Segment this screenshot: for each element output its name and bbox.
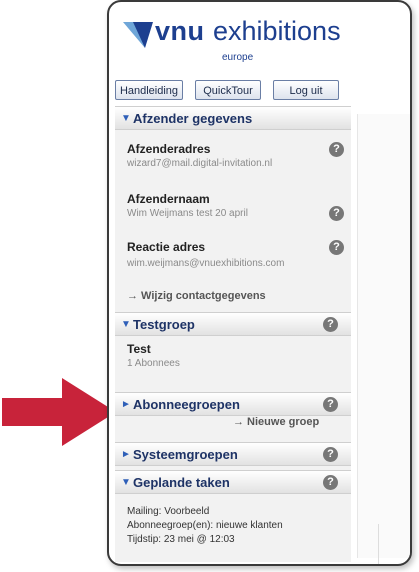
task-time: Tijdstip: 23 mei @ 12:03 <box>127 534 235 545</box>
reply-address-label: Reactie adres <box>127 240 206 254</box>
task-groups: Abonneegroep(en): nieuwe klanten <box>127 520 283 531</box>
sender-name-value: Wim Weijmans test 20 april <box>127 208 248 219</box>
help-icon[interactable]: ? <box>323 447 338 462</box>
help-icon[interactable]: ? <box>323 317 338 332</box>
app-window: vnu exhibitions europe Handleiding Quick… <box>107 0 412 566</box>
section-scheduled-tasks-header[interactable]: ▼ Geplande taken ? <box>115 470 351 494</box>
section-title: Abonneegroepen <box>133 397 240 412</box>
sender-address-value: wizard7@mail.digital-invitation.nl <box>127 158 273 169</box>
section-title: Systeemgroepen <box>133 447 238 462</box>
logo-region: europe <box>222 52 254 63</box>
expand-down-icon: ▼ <box>121 113 131 124</box>
help-icon[interactable]: ? <box>323 475 338 490</box>
edit-contact-link[interactable]: → Wijzig contactgegevens <box>127 290 266 302</box>
section-title: Testgroep <box>133 317 195 332</box>
expand-right-icon: ► <box>121 449 131 460</box>
expand-down-icon: ▼ <box>121 477 131 488</box>
content-panel <box>357 114 410 564</box>
sidebar: ▼ Afzender gegevens Afzenderadres ? wiza… <box>115 106 351 562</box>
section-subscriber-groups-header[interactable]: ► Abonneegroepen ? <box>115 392 351 416</box>
logo: vnu exhibitions europe <box>119 12 409 68</box>
task-mailing[interactable]: Mailing: Voorbeeld <box>127 506 209 517</box>
section-sender-header[interactable]: ▼ Afzender gegevens <box>115 106 351 130</box>
content-divider <box>378 524 379 564</box>
section-title: Afzender gegevens <box>133 111 253 126</box>
expand-right-icon: ► <box>121 399 131 410</box>
sender-address-label: Afzenderadres <box>127 142 211 156</box>
help-icon[interactable]: ? <box>329 206 344 221</box>
help-icon[interactable]: ? <box>323 397 338 412</box>
help-icon[interactable]: ? <box>329 142 344 157</box>
logo-brand: vnu <box>155 16 205 46</box>
manual-button[interactable]: Handleiding <box>115 80 183 100</box>
testgroup-item-count: 1 Abonnees <box>127 358 180 369</box>
logout-button[interactable]: Log uit <box>273 80 339 100</box>
quicktour-button[interactable]: QuickTour <box>195 80 261 100</box>
toolbar: Handleiding QuickTour Log uit <box>115 80 410 102</box>
expand-down-icon: ▼ <box>121 319 131 330</box>
section-system-groups-header[interactable]: ► Systeemgroepen ? <box>115 442 351 466</box>
pointer-arrow <box>2 378 116 446</box>
section-title: Geplande taken <box>133 475 230 490</box>
help-icon[interactable]: ? <box>329 240 344 255</box>
logo-name: exhibitions <box>213 16 341 46</box>
sender-name-label: Afzendernaam <box>127 192 210 206</box>
testgroup-item-title[interactable]: Test <box>127 342 151 356</box>
section-testgroup-header[interactable]: ▼ Testgroep ? <box>115 312 351 336</box>
reply-address-value: wim.weijmans@vnuexhibitions.com <box>127 258 285 269</box>
new-group-link[interactable]: → Nieuwe groep <box>233 416 319 428</box>
